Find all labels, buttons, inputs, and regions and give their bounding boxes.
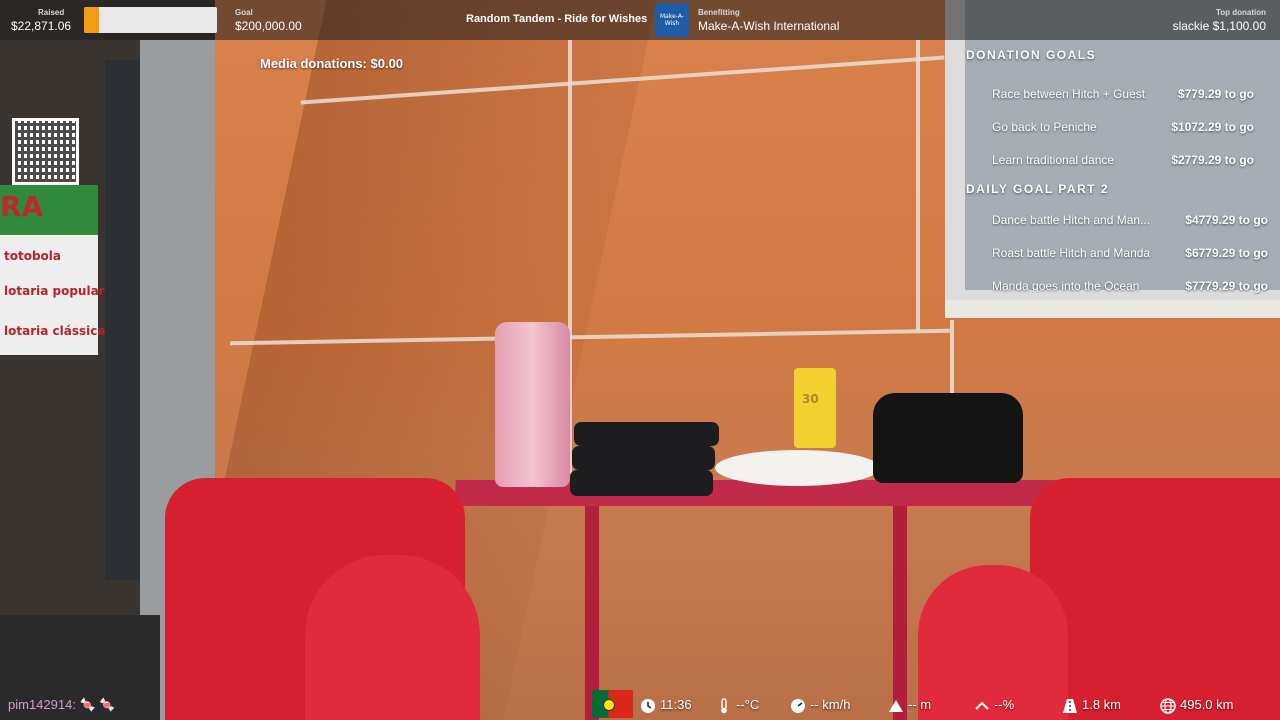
- fundraising-progress-bar: [84, 7, 217, 33]
- goal-label: Race between Hitch + Guest: [992, 87, 1146, 101]
- chat-message: pim142914: 🍬 🍬: [8, 697, 116, 712]
- goal-value: $200,000.00: [235, 19, 302, 33]
- goal-item: Go back to Peniche $1072.29 to go: [966, 120, 1266, 153]
- road-icon: [1063, 698, 1077, 713]
- temperature-value: --°C: [736, 697, 760, 712]
- goal-amount: $779.29 to go: [1177, 87, 1254, 101]
- progress-fill: [84, 7, 100, 33]
- goal-amount: $6779.29 to go: [1185, 246, 1268, 260]
- make-a-wish-logo: Make-A-Wish: [655, 3, 689, 37]
- qr-code[interactable]: [12, 118, 79, 185]
- benefitting-label: Benefitting: [698, 8, 740, 17]
- goal-label: Go back to Peniche: [992, 120, 1097, 134]
- top-donation-label: Top donation: [1215, 8, 1266, 17]
- time-display: 11:36: [640, 697, 692, 714]
- sunscreen-label: 30: [802, 392, 819, 406]
- mountain-icon: [889, 699, 903, 712]
- incline-display: --%: [974, 697, 1014, 714]
- top-donation-value: slackie $1,100.00: [1172, 19, 1266, 33]
- table-leg: [893, 500, 907, 720]
- distance-value: 1.8 km: [1082, 697, 1122, 712]
- qr-code-pattern: [15, 121, 76, 182]
- portugal-flag-icon: [592, 690, 633, 718]
- mortar-line: [916, 40, 920, 330]
- lottery-ad-line: totobola: [4, 249, 62, 263]
- goal-item: Race between Hitch + Guest $779.29 to go: [966, 87, 1266, 120]
- speed-value: -- km/h: [810, 697, 851, 712]
- goal-label: Goal: [235, 8, 253, 17]
- speedometer-icon: [791, 698, 805, 713]
- goal-label: Dance battle Hitch and Man...: [992, 213, 1151, 227]
- black-bag: [873, 393, 1023, 483]
- incline-icon: [975, 701, 989, 710]
- goal-item: Dance battle Hitch and Man... $4779.29 t…: [966, 213, 1268, 246]
- total-distance-value: 495.0 km: [1180, 697, 1234, 712]
- plate: [715, 450, 880, 486]
- temperature-display: --°C: [716, 697, 759, 714]
- altitude-value: -- m: [908, 697, 932, 712]
- globe-icon: [1160, 697, 1176, 714]
- sunscreen-tube: 30: [794, 368, 836, 448]
- goal-label: Learn traditional dance: [992, 153, 1115, 167]
- stream-title: Random Tandem - Ride for Wishes: [466, 13, 648, 25]
- goal-label: Roast battle Hitch and Manda: [992, 246, 1151, 260]
- goal-amount: $4779.29 to go: [1185, 213, 1268, 227]
- media-donations: Media donations: $0.00: [260, 56, 404, 71]
- raised-label: Raised: [38, 8, 65, 17]
- red-chair-armrest: [305, 555, 480, 720]
- goal-amount: $1072.29 to go: [1171, 120, 1254, 134]
- donation-goals-panel: DONATION GOALS Race between Hitch + Gues…: [966, 48, 1268, 312]
- power-bank: [570, 470, 713, 496]
- lottery-ad-line: lotaria clássica: [4, 324, 106, 338]
- raised-value: $22,871.06: [11, 19, 72, 33]
- shaker-bottle: [495, 322, 570, 487]
- lottery-ad-line: lotaria popular: [4, 284, 105, 298]
- goal-item: Manda goes into the Ocean $7779.29 to go: [966, 279, 1268, 312]
- goal-amount: $7779.29 to go: [1185, 279, 1268, 293]
- thermometer-icon: [721, 697, 727, 713]
- goal-item: Learn traditional dance $2779.29 to go: [966, 153, 1266, 186]
- power-bank: [574, 422, 719, 446]
- time-value: 11:36: [660, 697, 692, 712]
- logo-text: Make-A-Wish: [660, 13, 684, 27]
- doorway: [105, 60, 145, 580]
- benefitting-value: Make-A-Wish International: [698, 19, 840, 33]
- goal-amount: $2779.29 to go: [1171, 153, 1254, 167]
- incline-value: --%: [994, 697, 1015, 712]
- table-leg: [585, 500, 599, 720]
- clock-icon: [641, 698, 655, 713]
- total-distance-display: 495.0 km: [1160, 697, 1233, 714]
- altitude-display: -- m: [888, 697, 931, 714]
- lottery-ad-brand: RA: [0, 190, 44, 223]
- donation-goals-heading: DONATION GOALS: [966, 48, 1097, 62]
- goal-label: Manda goes into the Ocean: [992, 279, 1140, 293]
- power-bank: [572, 446, 715, 470]
- distance-display: 1.8 km: [1062, 697, 1121, 714]
- goal-item: Roast battle Hitch and Manda $6779.29 to…: [966, 246, 1268, 279]
- flag-emblem: [603, 699, 615, 711]
- speed-display: -- km/h: [790, 697, 850, 714]
